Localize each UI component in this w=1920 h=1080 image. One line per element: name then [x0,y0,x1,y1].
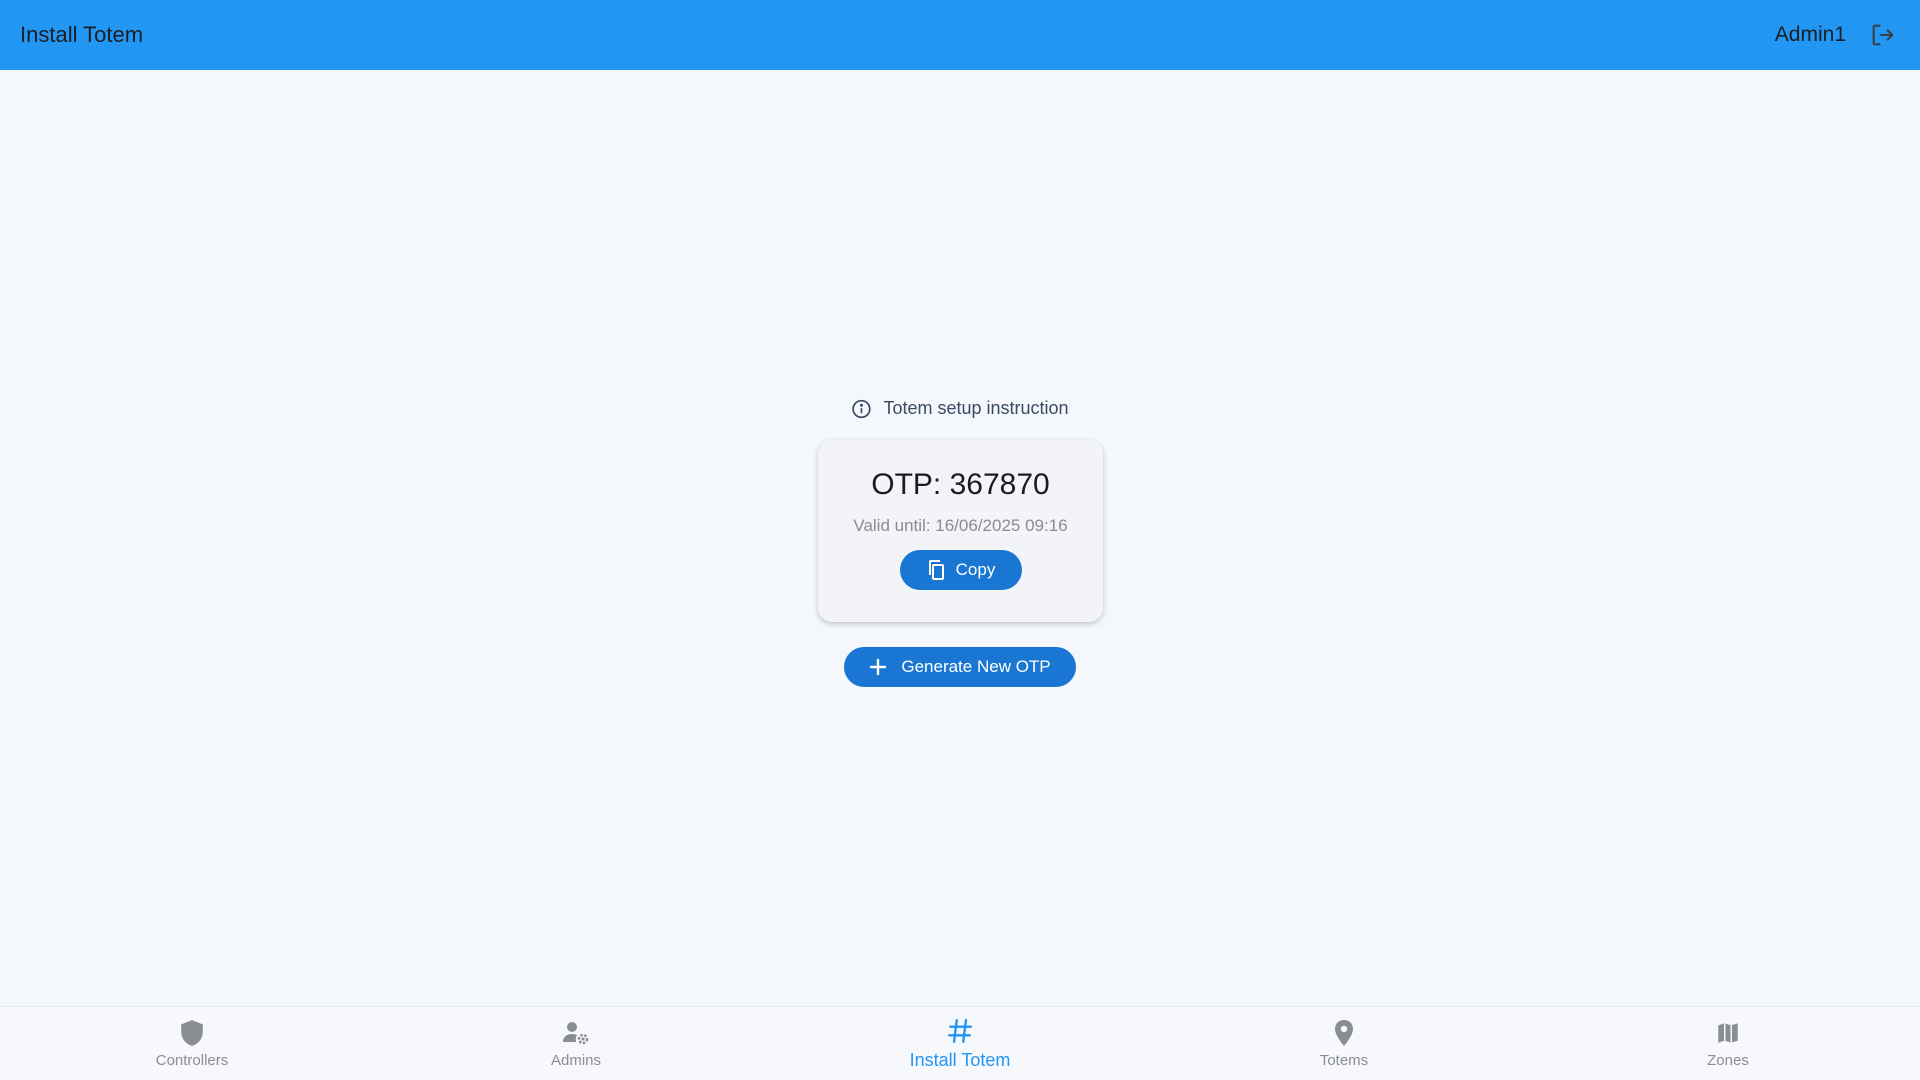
nav-label-admins: Admins [550,1052,602,1069]
map-icon [1718,1023,1738,1043]
otp-code: OTP: 367870 [871,468,1050,501]
nav-label-install-totem: Install Totem [909,1050,1011,1070]
shield-icon [181,1020,203,1046]
main-content: Totem setup instruction OTP: 367870 Vali… [0,70,1920,1006]
plus-icon [870,658,887,676]
info-icon [852,399,871,418]
page-title: Install Totem [20,22,144,47]
logout-icon [1872,24,1894,46]
nav-item-install-totem[interactable]: Install Totem [768,1007,1152,1080]
user-name: Admin1 [1774,23,1846,46]
app-bar: Install Totem Admin1 [0,0,1920,70]
copy-icon [928,560,944,580]
otp-valid-until: Valid until: 16/06/2025 09:16 [853,516,1068,535]
copy-button[interactable]: Copy [899,550,1022,590]
setup-instruction-label: Totem setup instruction [883,398,1069,418]
copy-button-label: Copy [955,560,996,579]
nav-item-zones[interactable]: Zones [1536,1007,1920,1080]
generate-otp-label: Generate New OTP [901,657,1051,676]
setup-instruction-link[interactable]: Totem setup instruction [851,398,1069,419]
hash-icon [947,1018,973,1044]
nav-label-controllers: Controllers [155,1052,229,1069]
appbar-actions: Admin1 [1775,18,1900,52]
nav-item-totems[interactable]: Totems [1152,1007,1536,1080]
nav-item-controllers[interactable]: Controllers [0,1007,384,1080]
nav-item-admins[interactable]: Admins [384,1007,768,1080]
nav-label-totems: Totems [1319,1052,1369,1069]
location-pin-icon [1335,1020,1353,1046]
bottom-navigation: Controllers Admins Install Totem Totems … [0,1006,1920,1080]
logout-button[interactable] [1866,18,1900,52]
nav-label-zones: Zones [1707,1052,1749,1069]
otp-card: OTP: 367870 Valid until: 16/06/2025 09:1… [818,440,1103,622]
admin-settings-icon [563,1022,589,1045]
generate-otp-button[interactable]: Generate New OTP [844,647,1076,687]
